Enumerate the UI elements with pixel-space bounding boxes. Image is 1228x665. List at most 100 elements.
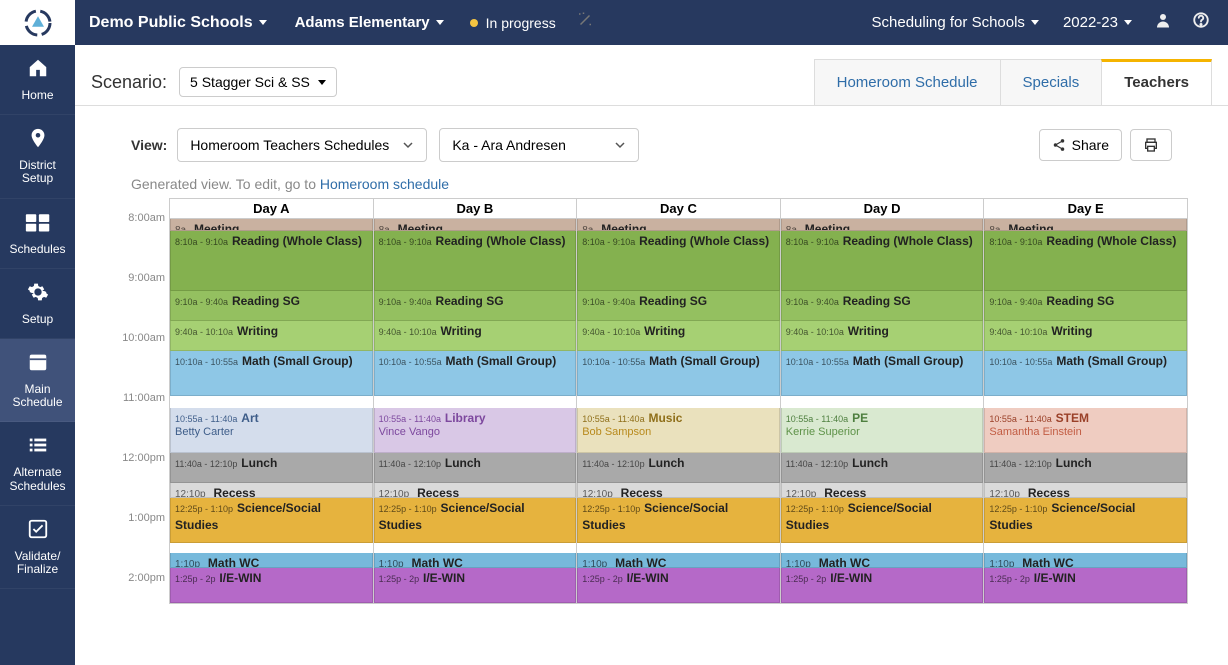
schedule-block[interactable]: 10:10a - 10:55a Math (Small Group) — [170, 351, 373, 396]
schedule-block[interactable]: 9:10a - 9:40a Reading SG — [577, 291, 780, 321]
schedule-block[interactable]: 11:40a - 12:10p Lunch — [374, 453, 577, 483]
block-title: Math (Small Group) — [446, 354, 557, 368]
schedule-block[interactable]: 10:10a - 10:55a Math (Small Group) — [374, 351, 577, 396]
status-label: In progress — [486, 15, 556, 31]
schedule-block[interactable]: 1:25p - 2p I/E-WIN — [170, 568, 373, 603]
schedule-block[interactable]: 1:10p Math WC — [374, 553, 577, 568]
schedule-block[interactable]: 1:25p - 2p I/E-WIN — [781, 568, 984, 603]
schedule-block[interactable]: 1:10p Math WC — [577, 553, 780, 568]
schedule-block[interactable]: 8:10a - 9:10a Reading (Whole Class) — [577, 231, 780, 291]
sidebar-item-home[interactable]: Home — [0, 45, 75, 115]
schedule-block[interactable]: 12:10p Recess — [577, 483, 780, 498]
teacher-value: Ka - Ara Andresen — [452, 137, 566, 153]
schedule-block[interactable]: 1:25p - 2p I/E-WIN — [577, 568, 780, 603]
schedule-block[interactable]: 9:40a - 10:10a Writing — [374, 321, 577, 351]
app-mode-dropdown[interactable]: Scheduling for Schools — [860, 14, 1051, 31]
schedule-block[interactable]: 10:10a - 10:55a Math (Small Group) — [577, 351, 780, 396]
school-dropdown[interactable]: Adams Elementary — [281, 14, 458, 31]
day-header: Day A — [170, 199, 374, 218]
tab-homeroom-schedule[interactable]: Homeroom Schedule — [814, 59, 1000, 105]
time-axis: 8:00am9:00am10:00am11:00am12:00pm1:00pm2… — [115, 212, 165, 632]
schedule-block[interactable]: 10:55a - 11:40a MusicBob Sampson — [577, 408, 780, 453]
block-title: PE — [852, 411, 868, 425]
print-button[interactable] — [1130, 129, 1172, 161]
schedule-block[interactable]: 11:40a - 12:10p Lunch — [984, 453, 1187, 483]
schedule-block[interactable]: 8a Meeting — [170, 219, 373, 231]
block-time: 10:55a - 11:40a — [989, 414, 1051, 424]
homeroom-schedule-link[interactable]: Homeroom schedule — [320, 176, 449, 192]
schedule-block[interactable]: 12:25p - 1:10p Science/Social Studies — [984, 498, 1187, 543]
schedule-block[interactable]: 9:40a - 10:10a Writing — [577, 321, 780, 351]
schedule-block[interactable]: 9:40a - 10:10a Writing — [984, 321, 1187, 351]
schedule-block[interactable]: 11:40a - 12:10p Lunch — [781, 453, 984, 483]
logo-icon — [23, 8, 53, 38]
schedule-block[interactable]: 10:10a - 10:55a Math (Small Group) — [781, 351, 984, 396]
sidebar-item-main-schedule[interactable]: Main Schedule — [0, 339, 75, 422]
schedule-block[interactable]: 12:25p - 1:10p Science/Social Studies — [577, 498, 780, 543]
schedule-block[interactable]: 9:40a - 10:10a Writing — [170, 321, 373, 351]
sidebar-item-validate-finalize[interactable]: Validate/ Finalize — [0, 506, 75, 589]
share-button[interactable]: Share — [1039, 129, 1122, 161]
scenario-label: Scenario: — [91, 72, 167, 93]
block-time: 9:10a - 9:40a — [379, 297, 432, 307]
user-icon[interactable] — [1144, 11, 1182, 34]
schedule-block[interactable]: 1:10p Math WC — [984, 553, 1187, 568]
schedule-block[interactable]: 1:25p - 2p I/E-WIN — [984, 568, 1187, 603]
schedule-block[interactable]: 12:10p Recess — [781, 483, 984, 498]
schedule-block[interactable]: 12:10p Recess — [170, 483, 373, 498]
schedule-block[interactable]: 8a Meeting — [984, 219, 1187, 231]
schedule-block[interactable]: 8a Meeting — [374, 219, 577, 231]
block-title: Math (Small Group) — [649, 354, 760, 368]
schedule-block[interactable]: 10:10a - 10:55a Math (Small Group) — [984, 351, 1187, 396]
sidebar-item-setup[interactable]: Setup — [0, 269, 75, 339]
year-label: 2022-23 — [1063, 14, 1118, 31]
block-time: 1:10p — [989, 559, 1014, 568]
schedule-block[interactable]: 8a Meeting — [577, 219, 780, 231]
schedule-grid: 8:00am9:00am10:00am11:00am12:00pm1:00pm2… — [75, 198, 1228, 604]
tab-specials[interactable]: Specials — [1000, 59, 1102, 105]
block-time: 8:10a - 9:10a — [582, 237, 635, 247]
schedule-block[interactable]: 8:10a - 9:10a Reading (Whole Class) — [984, 231, 1187, 291]
schedule-block[interactable]: 9:10a - 9:40a Reading SG — [374, 291, 577, 321]
teacher-dropdown[interactable]: Ka - Ara Andresen — [439, 128, 639, 162]
scenario-dropdown[interactable]: 5 Stagger Sci & SS — [179, 67, 337, 97]
tab-teachers[interactable]: Teachers — [1101, 59, 1212, 105]
schedule-block[interactable]: 12:25p - 1:10p Science/Social Studies — [374, 498, 577, 543]
chevron-down-icon — [402, 139, 414, 151]
sidebar-item-district-setup[interactable]: District Setup — [0, 115, 75, 198]
schedule-block[interactable]: 9:10a - 9:40a Reading SG — [984, 291, 1187, 321]
schedule-block[interactable]: 12:25p - 1:10p Science/Social Studies — [781, 498, 984, 543]
schedule-block[interactable]: 8:10a - 9:10a Reading (Whole Class) — [374, 231, 577, 291]
schedule-block[interactable]: 11:40a - 12:10p Lunch — [170, 453, 373, 483]
help-icon[interactable] — [1182, 11, 1220, 34]
schedule-block[interactable]: 9:10a - 9:40a Reading SG — [170, 291, 373, 321]
sidebar-item-alternate-schedules[interactable]: Alternate Schedules — [0, 422, 75, 505]
sidebar-item-schedules[interactable]: Schedules — [0, 199, 75, 269]
block-title: Math (Small Group) — [242, 354, 353, 368]
block-time: 9:40a - 10:10a — [786, 327, 844, 337]
main-area: Scenario: 5 Stagger Sci & SS Homeroom Sc… — [75, 45, 1228, 665]
schedule-block[interactable]: 12:25p - 1:10p Science/Social Studies — [170, 498, 373, 543]
schedule-block[interactable]: 9:10a - 9:40a Reading SG — [781, 291, 984, 321]
schedule-block[interactable]: 1:10p Math WC — [170, 553, 373, 568]
check-icon — [2, 518, 73, 546]
schedule-block[interactable]: 11:40a - 12:10p Lunch — [577, 453, 780, 483]
schedule-block[interactable]: 10:55a - 11:40a LibraryVince Vango — [374, 408, 577, 453]
view-mode-dropdown[interactable]: Homeroom Teachers Schedules — [177, 128, 427, 162]
schedule-block[interactable]: 12:10p Recess — [984, 483, 1187, 498]
schedule-block[interactable]: 1:25p - 2p I/E-WIN — [374, 568, 577, 603]
schedule-block[interactable]: 10:55a - 11:40a ArtBetty Carter — [170, 408, 373, 453]
schedule-block[interactable]: 10:55a - 11:40a STEMSamantha Einstein — [984, 408, 1187, 453]
block-time: 11:40a - 12:10p — [582, 459, 644, 469]
schedule-block[interactable]: 8:10a - 9:10a Reading (Whole Class) — [170, 231, 373, 291]
schedule-block[interactable]: 8:10a - 9:10a Reading (Whole Class) — [781, 231, 984, 291]
schedule-block[interactable]: 1:10p Math WC — [781, 553, 984, 568]
district-dropdown[interactable]: Demo Public Schools — [75, 14, 281, 32]
wand-icon[interactable] — [568, 11, 602, 34]
schedule-block[interactable]: 10:55a - 11:40a PEKerrie Superior — [781, 408, 984, 453]
schedule-block[interactable]: 12:10p Recess — [374, 483, 577, 498]
schedule-block[interactable]: 8a Meeting — [781, 219, 984, 231]
schedule-block[interactable]: 9:40a - 10:10a Writing — [781, 321, 984, 351]
schedule-block — [170, 396, 373, 408]
year-dropdown[interactable]: 2022-23 — [1051, 14, 1144, 31]
